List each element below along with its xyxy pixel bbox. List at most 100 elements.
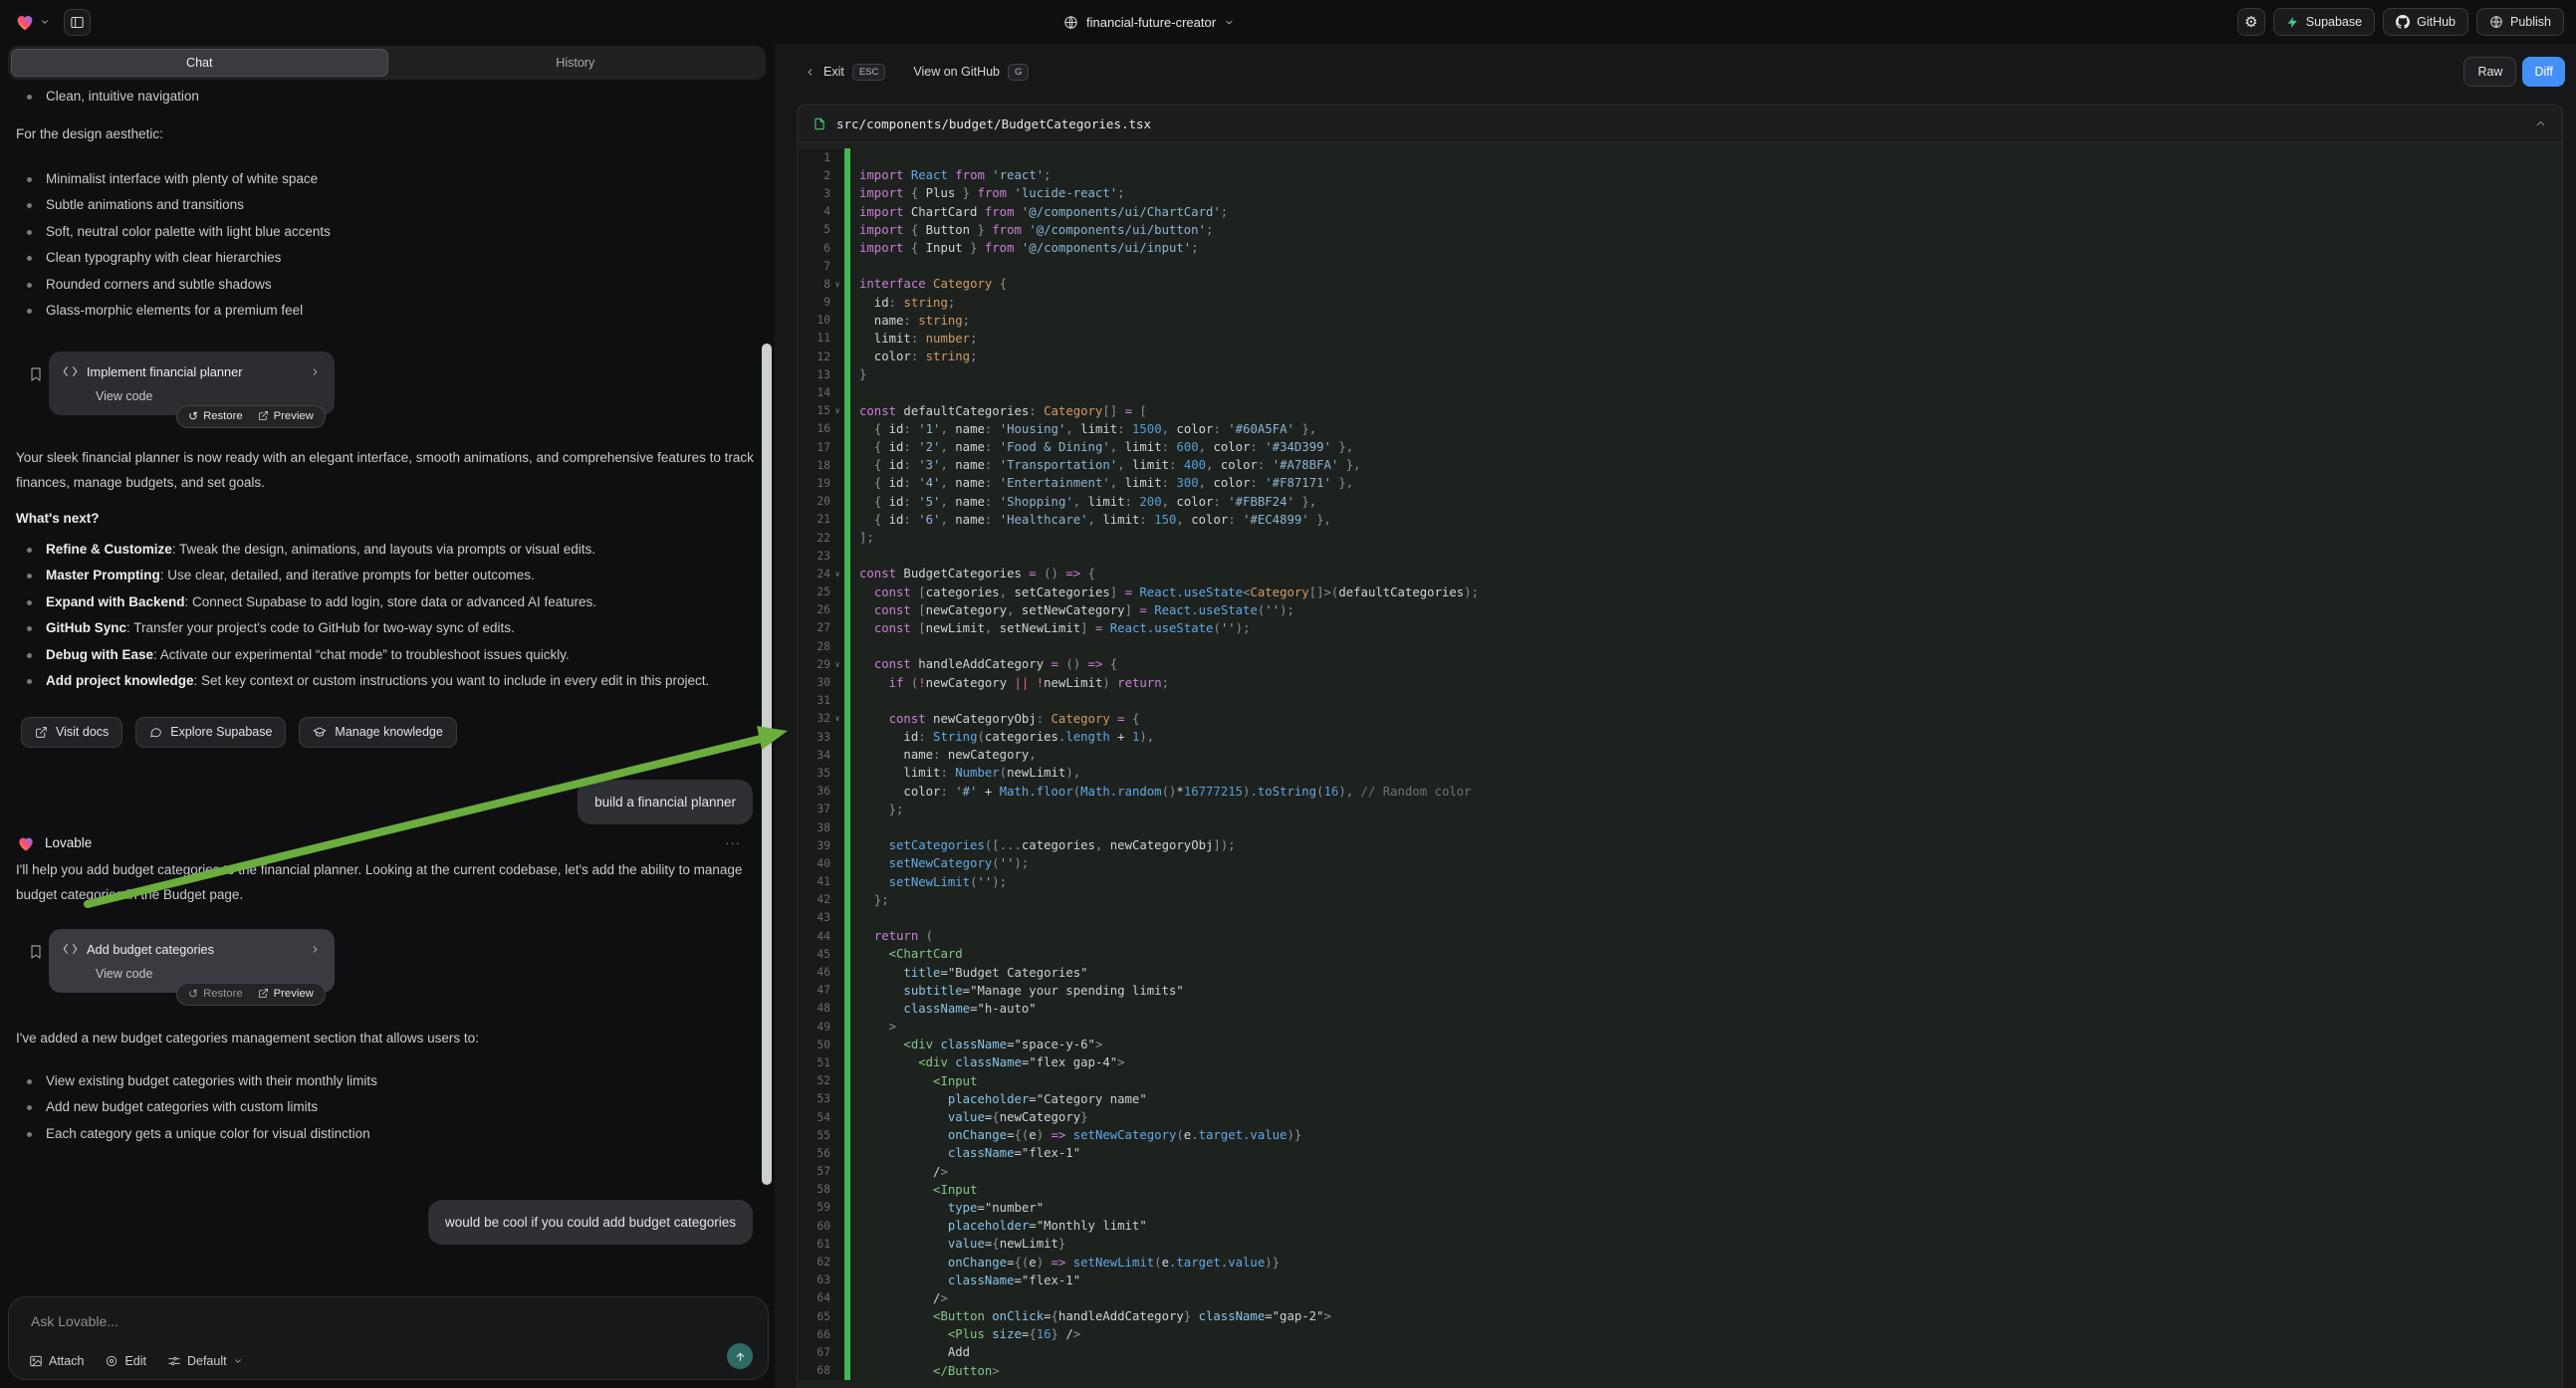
raw-toggle-button[interactable]: Raw: [2463, 57, 2516, 87]
line-number[interactable]: 43: [798, 911, 830, 924]
line-number[interactable]: 29: [798, 658, 830, 671]
line-number[interactable]: 41: [798, 875, 830, 888]
tab-chat[interactable]: Chat: [11, 49, 388, 77]
line-number[interactable]: 13: [798, 368, 830, 381]
line-number[interactable]: 66: [798, 1328, 830, 1341]
line-number[interactable]: 40: [798, 857, 830, 870]
line-number[interactable]: 35: [798, 767, 830, 780]
line-number[interactable]: 68: [798, 1364, 830, 1377]
line-number[interactable]: 53: [798, 1092, 830, 1105]
line-number[interactable]: 15: [798, 404, 830, 417]
line-number[interactable]: 39: [798, 839, 830, 852]
fold-chevron-icon[interactable]: ∨: [830, 280, 844, 289]
line-number[interactable]: 58: [798, 1183, 830, 1196]
visit-docs-button[interactable]: Visit docs: [21, 717, 122, 748]
line-number[interactable]: 31: [798, 694, 830, 707]
line-number[interactable]: 10: [798, 314, 830, 327]
line-number[interactable]: 33: [798, 731, 830, 744]
sidebar-toggle-button[interactable]: [64, 9, 91, 36]
chevron-down-icon[interactable]: [40, 17, 50, 27]
line-number[interactable]: 24: [798, 568, 830, 580]
exit-button[interactable]: Exit ESC: [805, 64, 885, 81]
line-number[interactable]: 34: [798, 749, 830, 762]
line-number[interactable]: 23: [798, 550, 830, 563]
preview-button[interactable]: Preview: [258, 410, 314, 422]
line-number[interactable]: 46: [798, 966, 830, 979]
line-number[interactable]: 17: [798, 441, 830, 454]
line-number[interactable]: 63: [798, 1273, 830, 1286]
line-number[interactable]: 37: [798, 803, 830, 815]
line-number[interactable]: 11: [798, 332, 830, 345]
composer[interactable]: Ask Lovable... Attach Edit Default: [8, 1296, 769, 1380]
edit-button[interactable]: Edit: [105, 1354, 146, 1368]
line-number[interactable]: 20: [798, 495, 830, 508]
supabase-button[interactable]: Supabase: [2273, 8, 2375, 36]
explore-supabase-button[interactable]: Explore Supabase: [135, 717, 286, 748]
view-code-link[interactable]: View code: [96, 967, 321, 981]
view-on-github-button[interactable]: View on GitHub G: [913, 64, 1029, 81]
fold-chevron-icon[interactable]: ∨: [830, 570, 844, 578]
line-number[interactable]: 49: [798, 1021, 830, 1034]
line-number[interactable]: 19: [798, 477, 830, 490]
line-number[interactable]: 64: [798, 1291, 830, 1304]
line-number[interactable]: 18: [798, 459, 830, 472]
chevron-up-icon[interactable]: [2534, 117, 2547, 130]
fold-chevron-icon[interactable]: ∨: [830, 406, 844, 415]
code-editor[interactable]: 12import React from 'react';3import { Pl…: [798, 142, 2562, 1388]
line-number[interactable]: 51: [798, 1056, 830, 1069]
tab-history[interactable]: History: [388, 49, 764, 77]
line-number[interactable]: 2: [798, 169, 830, 182]
line-number[interactable]: 3: [798, 187, 830, 200]
view-code-link[interactable]: View code: [96, 389, 321, 403]
file-header[interactable]: src/components/budget/BudgetCategories.t…: [798, 106, 2562, 142]
line-number[interactable]: 61: [798, 1238, 830, 1251]
diff-toggle-button[interactable]: Diff: [2522, 57, 2565, 87]
line-number[interactable]: 52: [798, 1074, 830, 1087]
line-number[interactable]: 4: [798, 205, 830, 218]
line-number[interactable]: 7: [798, 260, 830, 273]
chevron-right-icon[interactable]: [310, 944, 321, 955]
preview-button[interactable]: Preview: [258, 988, 314, 1000]
line-number[interactable]: 65: [798, 1310, 830, 1323]
line-number[interactable]: 59: [798, 1201, 830, 1214]
line-number[interactable]: 9: [798, 296, 830, 309]
line-number[interactable]: 8: [798, 278, 830, 291]
more-options-icon[interactable]: ···: [725, 835, 741, 850]
bookmark-icon[interactable]: [28, 365, 44, 383]
line-number[interactable]: 44: [798, 930, 830, 943]
line-number[interactable]: 21: [798, 513, 830, 526]
line-number[interactable]: 26: [798, 603, 830, 616]
send-button[interactable]: [727, 1343, 753, 1369]
line-number[interactable]: 55: [798, 1129, 830, 1142]
composer-placeholder[interactable]: Ask Lovable...: [31, 1313, 118, 1329]
line-number[interactable]: 56: [798, 1147, 830, 1160]
line-number[interactable]: 42: [798, 893, 830, 906]
manage-knowledge-button[interactable]: Manage knowledge: [299, 717, 456, 748]
line-number[interactable]: 22: [798, 532, 830, 545]
line-number[interactable]: 14: [798, 386, 830, 399]
chevron-right-icon[interactable]: [310, 366, 321, 377]
line-number[interactable]: 28: [798, 640, 830, 653]
restore-button[interactable]: ↺Restore: [188, 988, 243, 1000]
fold-chevron-icon[interactable]: ∨: [830, 660, 844, 669]
line-number[interactable]: 47: [798, 984, 830, 997]
version-card[interactable]: Add budget categories View code ↺Restore…: [49, 929, 335, 993]
lovable-logo-icon[interactable]: [14, 11, 36, 33]
line-number[interactable]: 5: [798, 223, 830, 236]
line-number[interactable]: 62: [798, 1256, 830, 1269]
line-number[interactable]: 57: [798, 1165, 830, 1178]
settings-gear-button[interactable]: ⚙: [2237, 8, 2265, 36]
line-number[interactable]: 50: [798, 1039, 830, 1051]
fold-chevron-icon[interactable]: ∨: [830, 714, 844, 723]
publish-button[interactable]: Publish: [2476, 8, 2564, 36]
line-number[interactable]: 54: [798, 1111, 830, 1124]
line-number[interactable]: 16: [798, 422, 830, 435]
line-number[interactable]: 27: [798, 621, 830, 634]
mode-select[interactable]: Default: [167, 1354, 243, 1368]
line-number[interactable]: 60: [798, 1220, 830, 1233]
restore-button[interactable]: ↺Restore: [188, 410, 243, 422]
project-selector[interactable]: financial-future-creator: [1063, 0, 1235, 44]
github-button[interactable]: GitHub: [2383, 8, 2468, 36]
line-number[interactable]: 25: [798, 585, 830, 598]
chat-scrollbar[interactable]: [762, 344, 772, 1185]
